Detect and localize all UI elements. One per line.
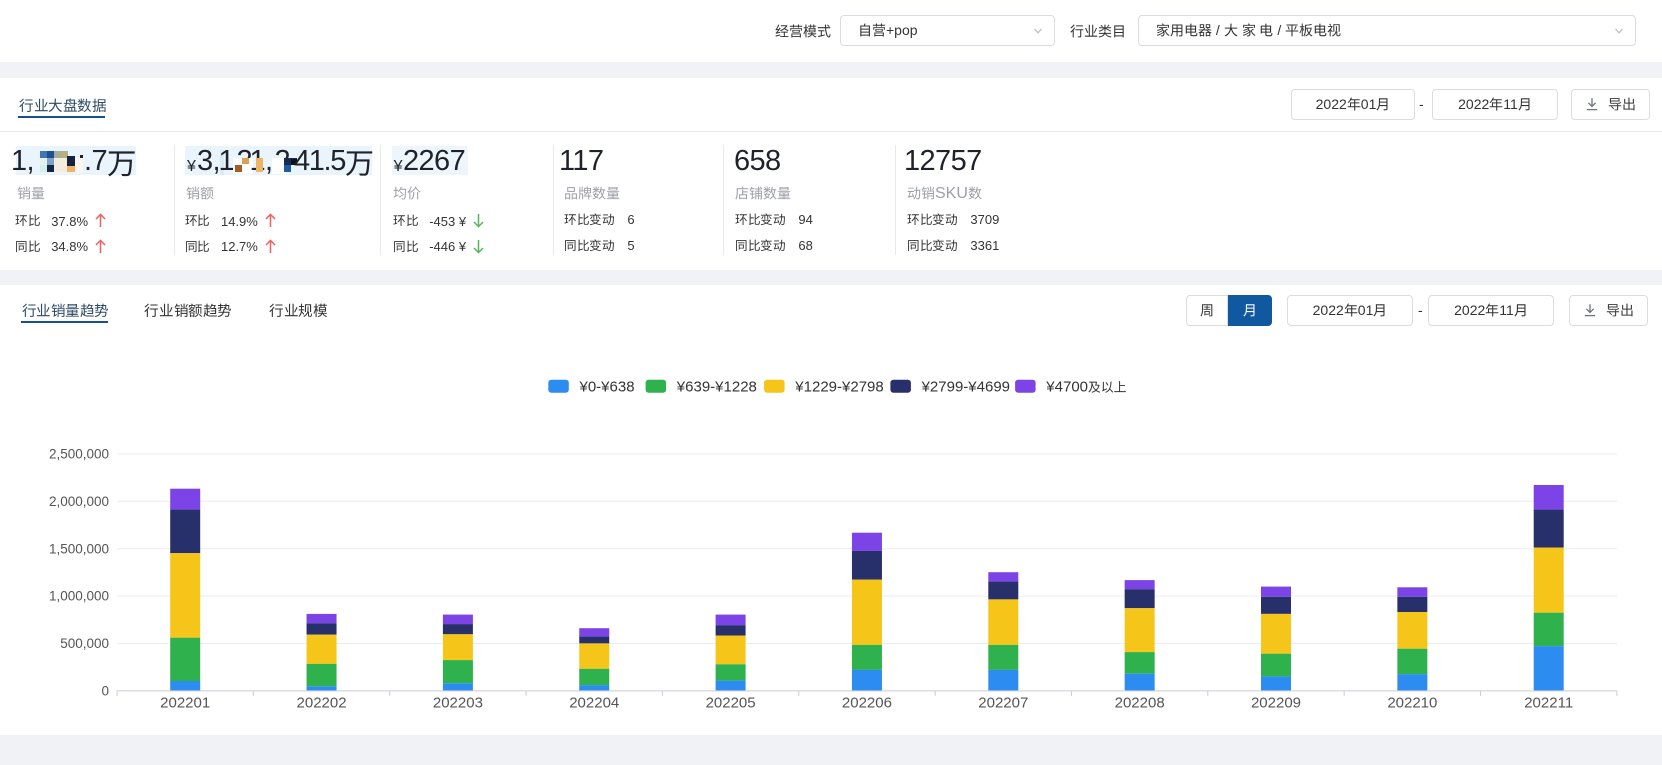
svg-text:202208: 202208 — [1115, 695, 1165, 712]
svg-text:¥2799-¥4699: ¥2799-¥4699 — [921, 379, 1010, 396]
svg-text:¥1229-¥2798: ¥1229-¥2798 — [794, 379, 883, 396]
svg-text:202211: 202211 — [1524, 695, 1573, 712]
svg-text:2,500,000: 2,500,000 — [49, 447, 109, 462]
svg-text:¥0-¥638: ¥0-¥638 — [579, 379, 635, 396]
svg-text:1,000,000: 1,000,000 — [49, 589, 109, 604]
svg-text:202204: 202204 — [569, 695, 619, 712]
svg-text:2,000,000: 2,000,000 — [49, 494, 109, 509]
svg-text:¥639-¥1228: ¥639-¥1228 — [676, 379, 757, 396]
svg-text:202202: 202202 — [297, 695, 347, 712]
svg-text:202201: 202201 — [160, 695, 210, 712]
svg-text:202205: 202205 — [706, 695, 756, 712]
svg-text:202209: 202209 — [1251, 695, 1301, 712]
svg-text:202206: 202206 — [842, 695, 892, 712]
svg-text:1,500,000: 1,500,000 — [49, 541, 109, 556]
svg-text:202203: 202203 — [433, 695, 483, 712]
svg-text:202210: 202210 — [1387, 695, 1437, 712]
svg-text:202207: 202207 — [978, 695, 1028, 712]
svg-text:¥4700: ¥4700 — [1045, 379, 1088, 396]
svg-text:0: 0 — [101, 684, 109, 699]
svg-text:500,000: 500,000 — [60, 636, 109, 651]
